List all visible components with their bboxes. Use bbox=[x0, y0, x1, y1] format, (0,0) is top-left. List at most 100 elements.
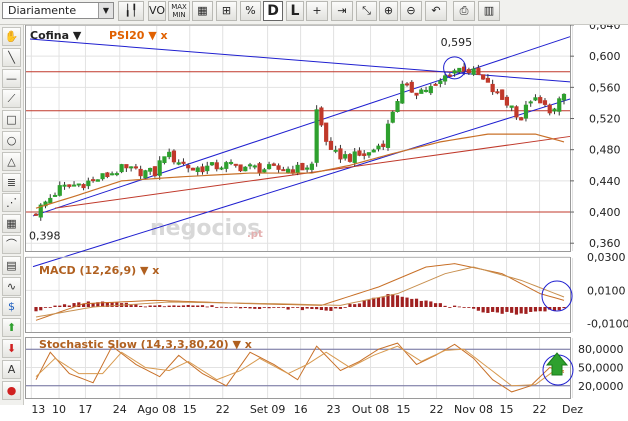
candle-body bbox=[442, 75, 448, 82]
fibonacci-tool[interactable]: ≣ bbox=[2, 172, 21, 192]
macd-bar bbox=[300, 307, 304, 311]
y-tick-label: 0,520 bbox=[589, 113, 621, 126]
candle-body bbox=[81, 184, 86, 189]
x-tick-label: 23 bbox=[327, 403, 341, 416]
macd-bar bbox=[229, 307, 233, 308]
macd-bar bbox=[500, 307, 504, 314]
text-tool[interactable]: A bbox=[2, 359, 21, 379]
dollar-tool[interactable]: $ bbox=[2, 297, 21, 317]
horizontal-line-tool[interactable]: — bbox=[2, 68, 21, 88]
cycle-icon: ∿ bbox=[6, 279, 17, 293]
gann-grid-tool[interactable]: ▦ bbox=[2, 214, 21, 234]
y-tick-label: 0,0300 bbox=[587, 251, 626, 264]
print-icon: ⎙ bbox=[459, 4, 469, 17]
percent-button[interactable]: % bbox=[240, 1, 261, 21]
candle-body bbox=[162, 156, 167, 163]
macd-bar bbox=[343, 307, 347, 308]
ellipse-tool[interactable]: ○ bbox=[2, 131, 21, 150]
undo-button[interactable]: ↶ bbox=[425, 1, 447, 21]
crosshair-button[interactable]: + bbox=[306, 1, 328, 21]
macd-bar bbox=[395, 295, 400, 307]
candle-body bbox=[352, 151, 357, 163]
y-tick-label: 0,600 bbox=[589, 50, 621, 63]
daily-d-button[interactable]: D bbox=[263, 1, 283, 21]
pan-button[interactable]: ⤡ bbox=[356, 1, 377, 21]
macd-bar bbox=[253, 307, 257, 309]
trend-line-tool[interactable]: ⟋ bbox=[2, 89, 21, 109]
zoom-out-icon: ⊖ bbox=[406, 4, 416, 17]
buy-arrow-tool[interactable]: ⬆ bbox=[2, 318, 21, 338]
daily-d-button-label: D bbox=[267, 3, 279, 19]
macd-bar bbox=[305, 307, 309, 309]
triangle-tool[interactable]: △ bbox=[2, 151, 21, 171]
macd-bar bbox=[291, 307, 295, 308]
rectangle-tool[interactable]: □ bbox=[2, 110, 21, 130]
arc-tool[interactable]: ⌒ bbox=[2, 235, 21, 254]
macd-bar bbox=[510, 307, 514, 313]
volume-button[interactable]: VOL bbox=[148, 1, 166, 21]
y-tick-label: 50,0000 bbox=[578, 362, 624, 375]
chart-svg[interactable]: 13 10 17 24 Ago 08 15 22 Set 09 16 23 Out 08 15 22 No… bbox=[25, 19, 628, 418]
candle-body bbox=[390, 111, 395, 123]
y-tick-label: 20,0000 bbox=[578, 380, 624, 393]
macd-bar bbox=[414, 298, 419, 307]
candle-body bbox=[114, 173, 119, 176]
delete-icon: ● bbox=[6, 383, 17, 397]
candle-body bbox=[466, 69, 471, 74]
macd-bar bbox=[562, 307, 566, 309]
candle-body bbox=[328, 140, 334, 150]
sell-arrow-icon: ⬇ bbox=[6, 342, 17, 355]
macd-bar bbox=[143, 306, 148, 308]
macd-bar bbox=[281, 307, 285, 308]
help-button[interactable]: ▥ bbox=[478, 1, 500, 21]
last-value-button[interactable]: ⇥ bbox=[331, 1, 353, 21]
macd-bar bbox=[557, 307, 561, 311]
triangle-icon: △ bbox=[7, 154, 16, 168]
grid-button[interactable]: ▦ bbox=[192, 1, 213, 21]
volume-button-label: VOL bbox=[149, 4, 165, 17]
candle-body bbox=[67, 184, 72, 187]
fibonacci-icon: ≣ bbox=[6, 175, 17, 189]
candle-body bbox=[228, 161, 234, 164]
watermark-suffix: .pt bbox=[247, 229, 263, 240]
candle-body bbox=[95, 179, 100, 182]
candle-body bbox=[490, 83, 495, 93]
zoom-out-button[interactable]: ⊖ bbox=[400, 1, 422, 21]
fan-tool[interactable]: ⋰ bbox=[2, 193, 21, 213]
candle-body bbox=[414, 92, 419, 96]
sell-arrow-tool[interactable]: ⬇ bbox=[2, 339, 21, 358]
line-tool[interactable]: ╲ bbox=[2, 47, 21, 67]
log-scale-button[interactable]: ⊞ bbox=[216, 1, 237, 21]
line-l-button[interactable]: L bbox=[286, 1, 304, 21]
chart-area[interactable]: 13 10 17 24 Ago 08 15 22 Set 09 16 23 Out 08 15 22 No… bbox=[25, 19, 628, 421]
percent-icon: % bbox=[245, 4, 256, 17]
cycle-tool[interactable]: ∿ bbox=[2, 276, 21, 296]
candle-body bbox=[400, 83, 405, 104]
period-select-value: Diariamente bbox=[8, 4, 77, 17]
print-button[interactable]: ⎙ bbox=[453, 1, 475, 21]
macd-bar bbox=[48, 307, 52, 308]
dollar-icon: $ bbox=[8, 300, 15, 314]
macd-bar bbox=[457, 306, 461, 308]
macd-bar bbox=[433, 303, 438, 307]
candle-chart-button[interactable]: ╽╿ bbox=[118, 1, 144, 21]
zoom-in-button[interactable]: ⊕ bbox=[379, 1, 398, 21]
candle-body bbox=[190, 167, 196, 171]
macd-bar bbox=[167, 305, 171, 307]
hand-tool[interactable]: ✋ bbox=[2, 27, 21, 46]
candle-body bbox=[376, 145, 381, 150]
horizontal-line-icon: — bbox=[6, 71, 17, 85]
macd-bar bbox=[519, 307, 523, 314]
macd-bar bbox=[186, 304, 190, 307]
y-tick-label: 0,0100 bbox=[587, 284, 626, 297]
delete-tool[interactable]: ● bbox=[2, 380, 21, 400]
macd-bar bbox=[429, 301, 433, 307]
candle-body bbox=[214, 162, 219, 170]
maxmin-button[interactable]: MAX MIN bbox=[168, 1, 190, 21]
y-tick-label: 80,0000 bbox=[578, 343, 624, 356]
period-select[interactable]: Diariamente ▼ bbox=[2, 2, 114, 19]
macd-bar bbox=[158, 305, 162, 307]
macd-bar bbox=[329, 307, 333, 311]
channel-tool[interactable]: ▤ bbox=[2, 255, 21, 275]
x-tick-label: 22 bbox=[216, 403, 230, 416]
